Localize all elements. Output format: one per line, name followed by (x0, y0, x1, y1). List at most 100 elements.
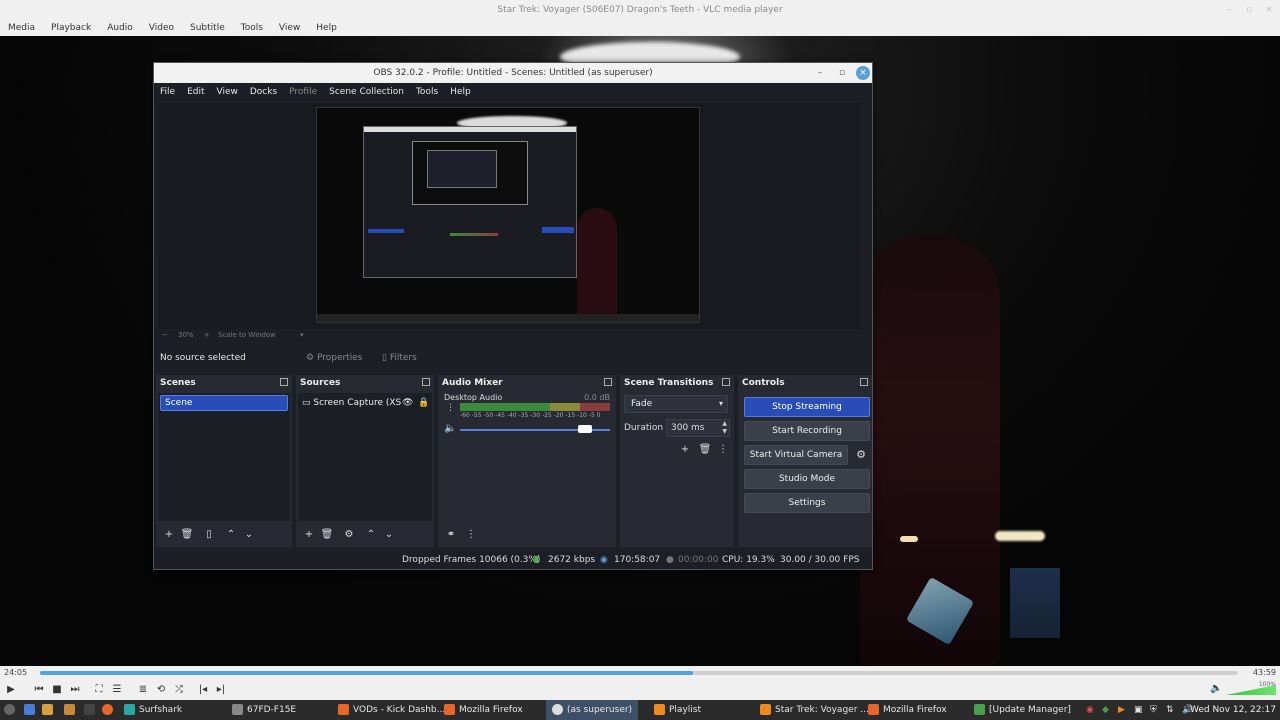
settings-button[interactable]: Settings (744, 493, 870, 513)
close-icon[interactable]: × (1258, 0, 1280, 20)
chevron-down-icon[interactable]: ⌄ (382, 528, 396, 542)
loop-icon[interactable]: ⟲ (154, 683, 168, 697)
add-icon[interactable]: + (678, 443, 692, 457)
obs-menu-docks[interactable]: Docks (244, 83, 283, 101)
volume-control[interactable]: 100% (1226, 681, 1276, 697)
spin-arrows-icon[interactable]: ▲ ▼ (722, 420, 727, 436)
minimize-icon[interactable]: – (1218, 0, 1240, 20)
seek-bar[interactable] (40, 671, 1238, 675)
shuffle-icon[interactable]: ⤮ (172, 683, 186, 697)
maximize-icon[interactable]: ▫ (835, 66, 849, 80)
taskbar-item-active[interactable]: (as superuser) (546, 700, 639, 720)
link-icon[interactable]: ⚭ (444, 528, 458, 542)
lock-icon[interactable]: 🔒 (418, 395, 429, 411)
trash-icon[interactable]: 🗑 (320, 528, 334, 542)
kebab-menu-icon[interactable]: ⋮ (464, 528, 478, 542)
filter-icon[interactable]: ▯ (202, 528, 216, 542)
chevron-up-icon[interactable]: ⌃ (364, 528, 378, 542)
vlc-tray-icon[interactable]: ▶ (1118, 700, 1125, 720)
menu-view[interactable]: View (271, 20, 308, 36)
menu-help[interactable]: Help (308, 20, 345, 36)
kebab-menu-icon[interactable]: ⋮ (716, 443, 730, 457)
obs-menu-edit[interactable]: Edit (181, 83, 210, 101)
add-icon[interactable]: + (162, 528, 176, 542)
shield-icon[interactable]: ⛨ (1150, 700, 1157, 720)
float-icon[interactable] (604, 378, 612, 386)
trash-icon[interactable]: 🗑 (698, 443, 712, 457)
taskbar-item[interactable]: VODs - Kick Dashb... (338, 700, 445, 720)
obs-menu-scene-collection[interactable]: Scene Collection (323, 83, 410, 101)
duration-spinbox[interactable]: 300 ms ▲ ▼ (666, 419, 730, 437)
eye-icon[interactable]: 👁 (402, 395, 413, 411)
taskbar-item[interactable]: [Update Manager] (974, 700, 1071, 720)
taskbar-item[interactable]: Playlist (654, 700, 701, 720)
firefox-icon[interactable] (102, 700, 117, 720)
volume-slider-handle[interactable] (578, 425, 592, 433)
tray-icon[interactable]: ▣ (1134, 700, 1143, 720)
scale-mode[interactable]: Scale to Window (218, 331, 276, 339)
folder-icon[interactable] (64, 700, 79, 720)
gear-icon[interactable]: ⚙ (342, 528, 356, 542)
fullscreen-icon[interactable]: ⛶ (92, 683, 106, 697)
obs-menu-tools[interactable]: Tools (410, 83, 444, 101)
previous-icon[interactable]: ⏮ (32, 683, 46, 697)
obs-menu-help[interactable]: Help (444, 83, 477, 101)
close-icon[interactable]: × (856, 66, 870, 80)
minimize-icon[interactable]: – (813, 66, 827, 80)
network-icon[interactable]: ⇅ (1166, 700, 1174, 720)
start-recording-button[interactable]: Start Recording (744, 421, 870, 441)
menu-audio[interactable]: Audio (99, 20, 141, 36)
frame-forward-icon[interactable]: ▸| (214, 683, 228, 697)
float-icon[interactable] (280, 378, 288, 386)
scene-item[interactable]: Scene (160, 395, 288, 411)
menu-media[interactable]: Media (0, 20, 43, 36)
start-menu-icon[interactable] (4, 700, 19, 720)
menu-subtitle[interactable]: Subtitle (182, 20, 233, 36)
stop-icon[interactable]: ■ (50, 683, 64, 697)
menu-playback[interactable]: Playback (43, 20, 99, 36)
tray-icon[interactable]: ◉ (1086, 700, 1094, 720)
app-launcher-icon[interactable] (24, 700, 39, 720)
menu-tools[interactable]: Tools (233, 20, 271, 36)
speaker-icon[interactable]: 🔈 (444, 423, 456, 434)
obs-menu-file[interactable]: File (154, 83, 181, 101)
volume-icon[interactable]: 🔈 (1210, 683, 1222, 694)
taskbar-item[interactable]: Mozilla Firefox (868, 700, 947, 720)
frame-back-icon[interactable]: |◂ (196, 683, 210, 697)
trash-icon[interactable]: 🗑 (180, 528, 194, 542)
float-icon[interactable] (860, 378, 868, 386)
kebab-menu-icon[interactable]: ⋮ (446, 403, 455, 413)
taskbar-item[interactable]: Surfshark (124, 700, 182, 720)
obs-menu-profile[interactable]: Profile (283, 83, 323, 101)
studio-mode-button[interactable]: Studio Mode (744, 469, 870, 489)
next-icon[interactable]: ⏭ (68, 683, 82, 697)
taskbar-item[interactable]: Star Trek: Voyager ... (760, 700, 869, 720)
terminal-icon[interactable] (84, 700, 99, 720)
taskbar-item[interactable]: 67FD-F15E (232, 700, 296, 720)
add-icon[interactable]: + (302, 528, 316, 542)
menu-video[interactable]: Video (141, 20, 182, 36)
taskbar-item[interactable]: Mozilla Firefox (444, 700, 523, 720)
stop-streaming-button[interactable]: Stop Streaming (744, 397, 870, 417)
start-virtual-camera-button[interactable]: Start Virtual Camera (744, 445, 848, 465)
properties-button[interactable]: ⚙ Properties (306, 350, 362, 366)
zoom-out-icon[interactable]: − (162, 331, 168, 339)
preview-canvas[interactable] (316, 107, 700, 323)
clock[interactable]: Wed Nov 12, 22:17 (1190, 700, 1276, 720)
transition-select[interactable]: Fade ▾ (624, 395, 728, 413)
chevron-up-icon[interactable]: ⌃ (224, 528, 238, 542)
gear-icon[interactable]: ⚙ (852, 445, 870, 465)
source-item[interactable]: ▭ Screen Capture (XS 👁 🔒 (302, 395, 429, 411)
zoom-in-icon[interactable]: + (204, 331, 210, 339)
chevron-down-icon[interactable]: ▾ (300, 331, 304, 339)
playlist-icon[interactable]: ≣ (136, 683, 150, 697)
maximize-icon[interactable]: ▫ (1238, 0, 1260, 20)
extended-settings-icon[interactable]: ☰ (110, 683, 124, 697)
tray-icon[interactable]: ◆ (1102, 700, 1109, 720)
files-icon[interactable] (42, 700, 57, 720)
float-icon[interactable] (422, 378, 430, 386)
filters-button[interactable]: ▯ Filters (382, 350, 417, 366)
obs-menu-view[interactable]: View (211, 83, 244, 101)
float-icon[interactable] (722, 378, 730, 386)
play-icon[interactable]: ▶ (4, 683, 18, 697)
